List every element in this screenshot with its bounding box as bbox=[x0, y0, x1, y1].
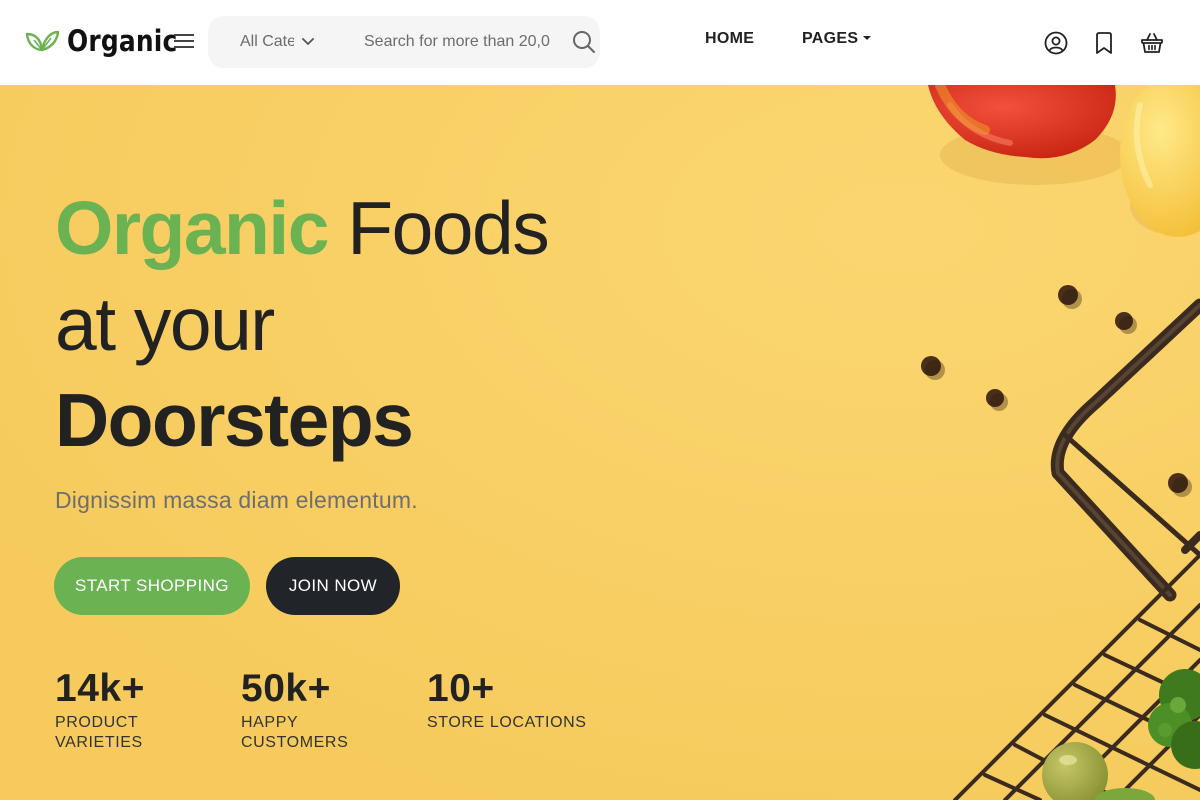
logo[interactable]: Organic bbox=[25, 24, 195, 58]
stat-number: 14k+ bbox=[55, 667, 145, 710]
hero-headline-line-1-rest: Foods bbox=[327, 186, 549, 270]
search-bar: All Categories bbox=[208, 16, 600, 68]
hero-headline-line-2: at your bbox=[55, 282, 275, 366]
hero-headline-line-3: Doorsteps bbox=[55, 378, 414, 462]
category-select[interactable]: All Categories bbox=[240, 16, 314, 68]
basket-icon[interactable] bbox=[1140, 31, 1164, 55]
hamburger-menu-icon[interactable] bbox=[172, 30, 196, 52]
stat-number: 50k+ bbox=[241, 667, 331, 710]
start-shopping-button[interactable]: START SHOPPING bbox=[54, 557, 250, 615]
stat-label-line-2: VARIETIES bbox=[55, 734, 143, 751]
hero-headline-line-1: Organic Foods bbox=[55, 180, 550, 276]
stat-label-line-1: HAPPY bbox=[241, 714, 299, 731]
stat-product-varieties: 14k+ PRODUCT VARIETIES bbox=[55, 667, 205, 753]
stat-label-line-1: STORE LOCATIONS bbox=[427, 714, 587, 731]
user-icon[interactable] bbox=[1044, 31, 1068, 55]
hero-banner: Organic Foods at your Doorsteps Dignissi… bbox=[0, 85, 1200, 800]
search-icon[interactable] bbox=[572, 30, 596, 54]
stat-store-locations: 10+ STORE LOCATIONS bbox=[427, 667, 617, 733]
join-now-button[interactable]: JOIN NOW bbox=[266, 557, 400, 615]
nav-pages-label: PAGES bbox=[802, 30, 859, 47]
search-input[interactable] bbox=[364, 28, 550, 56]
brand-name: Organic bbox=[67, 24, 178, 58]
bookmark-icon[interactable] bbox=[1092, 31, 1116, 55]
leaf-icon bbox=[25, 30, 59, 52]
category-select-value: All Categories bbox=[240, 33, 294, 50]
site-header: Organic All Categories HOME PAGES bbox=[0, 0, 1200, 85]
stat-label-line-2: CUSTOMERS bbox=[241, 734, 349, 751]
stat-label-line-1: PRODUCT bbox=[55, 714, 139, 731]
hero-headline-highlight: Organic bbox=[55, 186, 329, 270]
stat-happy-customers: 50k+ HAPPY CUSTOMERS bbox=[241, 667, 401, 753]
caret-down-icon bbox=[863, 36, 872, 40]
stat-number: 10+ bbox=[427, 667, 495, 710]
chevron-down-icon bbox=[302, 38, 314, 45]
hero-subtitle: Dignissim massa diam elementum. bbox=[55, 487, 418, 513]
nav-pages[interactable]: PAGES bbox=[802, 30, 872, 48]
nav-home[interactable]: HOME bbox=[705, 30, 754, 48]
